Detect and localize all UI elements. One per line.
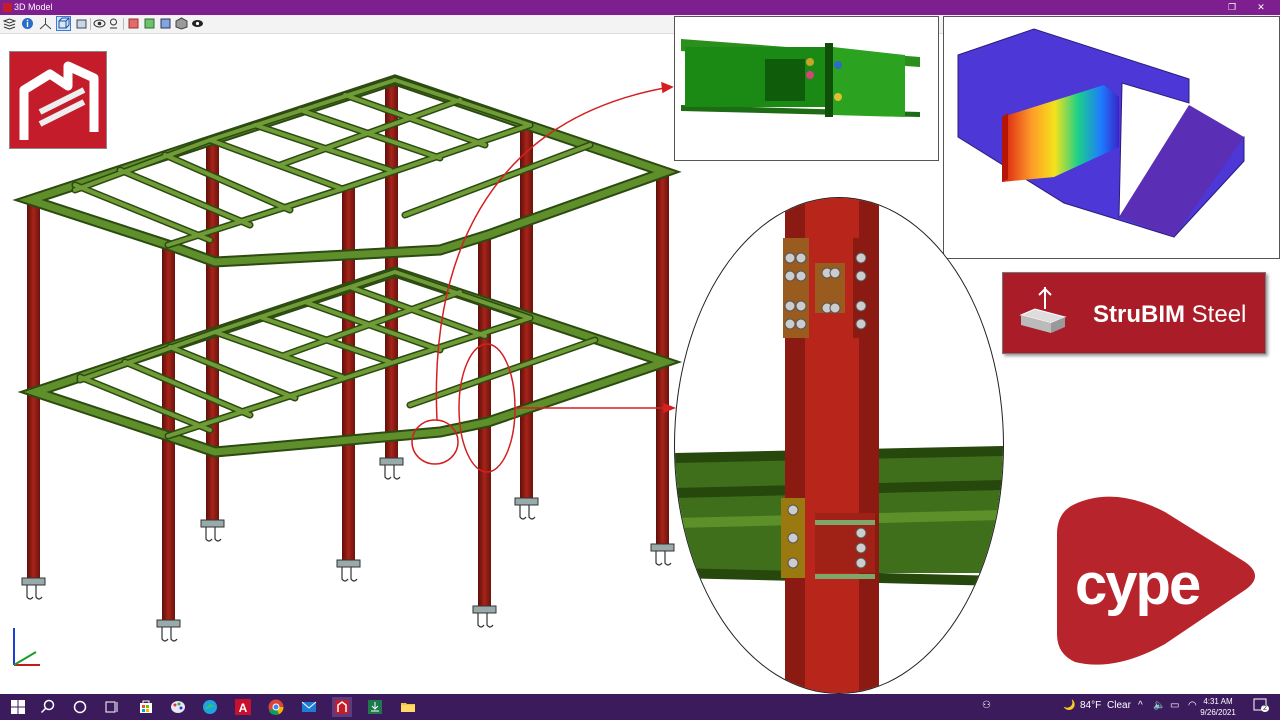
- paint-icon[interactable]: [168, 697, 188, 717]
- weather-moon-icon[interactable]: 🌙: [1063, 700, 1075, 711]
- mail-icon[interactable]: [299, 697, 319, 717]
- edge-icon[interactable]: [200, 697, 220, 717]
- file-explorer-icon[interactable]: [398, 697, 418, 717]
- search-icon[interactable]: [38, 697, 58, 717]
- clock[interactable]: 4:31 AM 9/26/2021: [1190, 696, 1246, 718]
- cortana-icon[interactable]: [70, 697, 90, 717]
- task-view-icon[interactable]: [102, 697, 122, 717]
- stress-analysis-panel: [943, 16, 1280, 259]
- connection-detail-panel: [674, 16, 939, 161]
- clock-date: 9/26/2021: [1200, 708, 1236, 717]
- windows-start-icon[interactable]: [8, 697, 28, 717]
- people-icon[interactable]: ⚇: [982, 700, 991, 711]
- download-icon[interactable]: [365, 697, 385, 717]
- cype-taskbar-icon[interactable]: [332, 697, 352, 717]
- chevron-up-icon[interactable]: ^: [1138, 700, 1143, 711]
- notification-count: 2: [1261, 705, 1269, 712]
- zoomed-joint-detail: [674, 197, 1004, 694]
- battery-icon[interactable]: ▭: [1170, 700, 1179, 711]
- strubim-steel-banner: StruBIM Steel: [1002, 272, 1266, 354]
- callout-highlights: [411, 81, 677, 473]
- strubim-beam-icon: [1019, 287, 1067, 333]
- chrome-icon[interactable]: [266, 697, 286, 717]
- svg-text:A: A: [239, 701, 248, 715]
- cype-logo: [9, 51, 107, 149]
- weather-text[interactable]: Clear: [1107, 700, 1131, 711]
- steel-label: Steel: [1191, 301, 1247, 328]
- clock-time: 4:31 AM: [1203, 697, 1233, 706]
- strubim-label: StruBIM: [1093, 301, 1185, 328]
- autocad-icon[interactable]: A: [233, 697, 253, 717]
- windows-taskbar: A ⚇ 🌙 84°F Clear ^ 🔈 ▭ ◠ 4:31 AM 9/26/20…: [0, 694, 1280, 720]
- axis-gizmo: [13, 628, 40, 666]
- cype-text: cype: [1075, 552, 1201, 617]
- store-icon[interactable]: [136, 697, 156, 717]
- notification-icon[interactable]: 2: [1253, 698, 1269, 714]
- weather-temp[interactable]: 84°F: [1080, 700, 1101, 711]
- volume-icon[interactable]: 🔈: [1153, 700, 1165, 711]
- columns: [27, 82, 669, 625]
